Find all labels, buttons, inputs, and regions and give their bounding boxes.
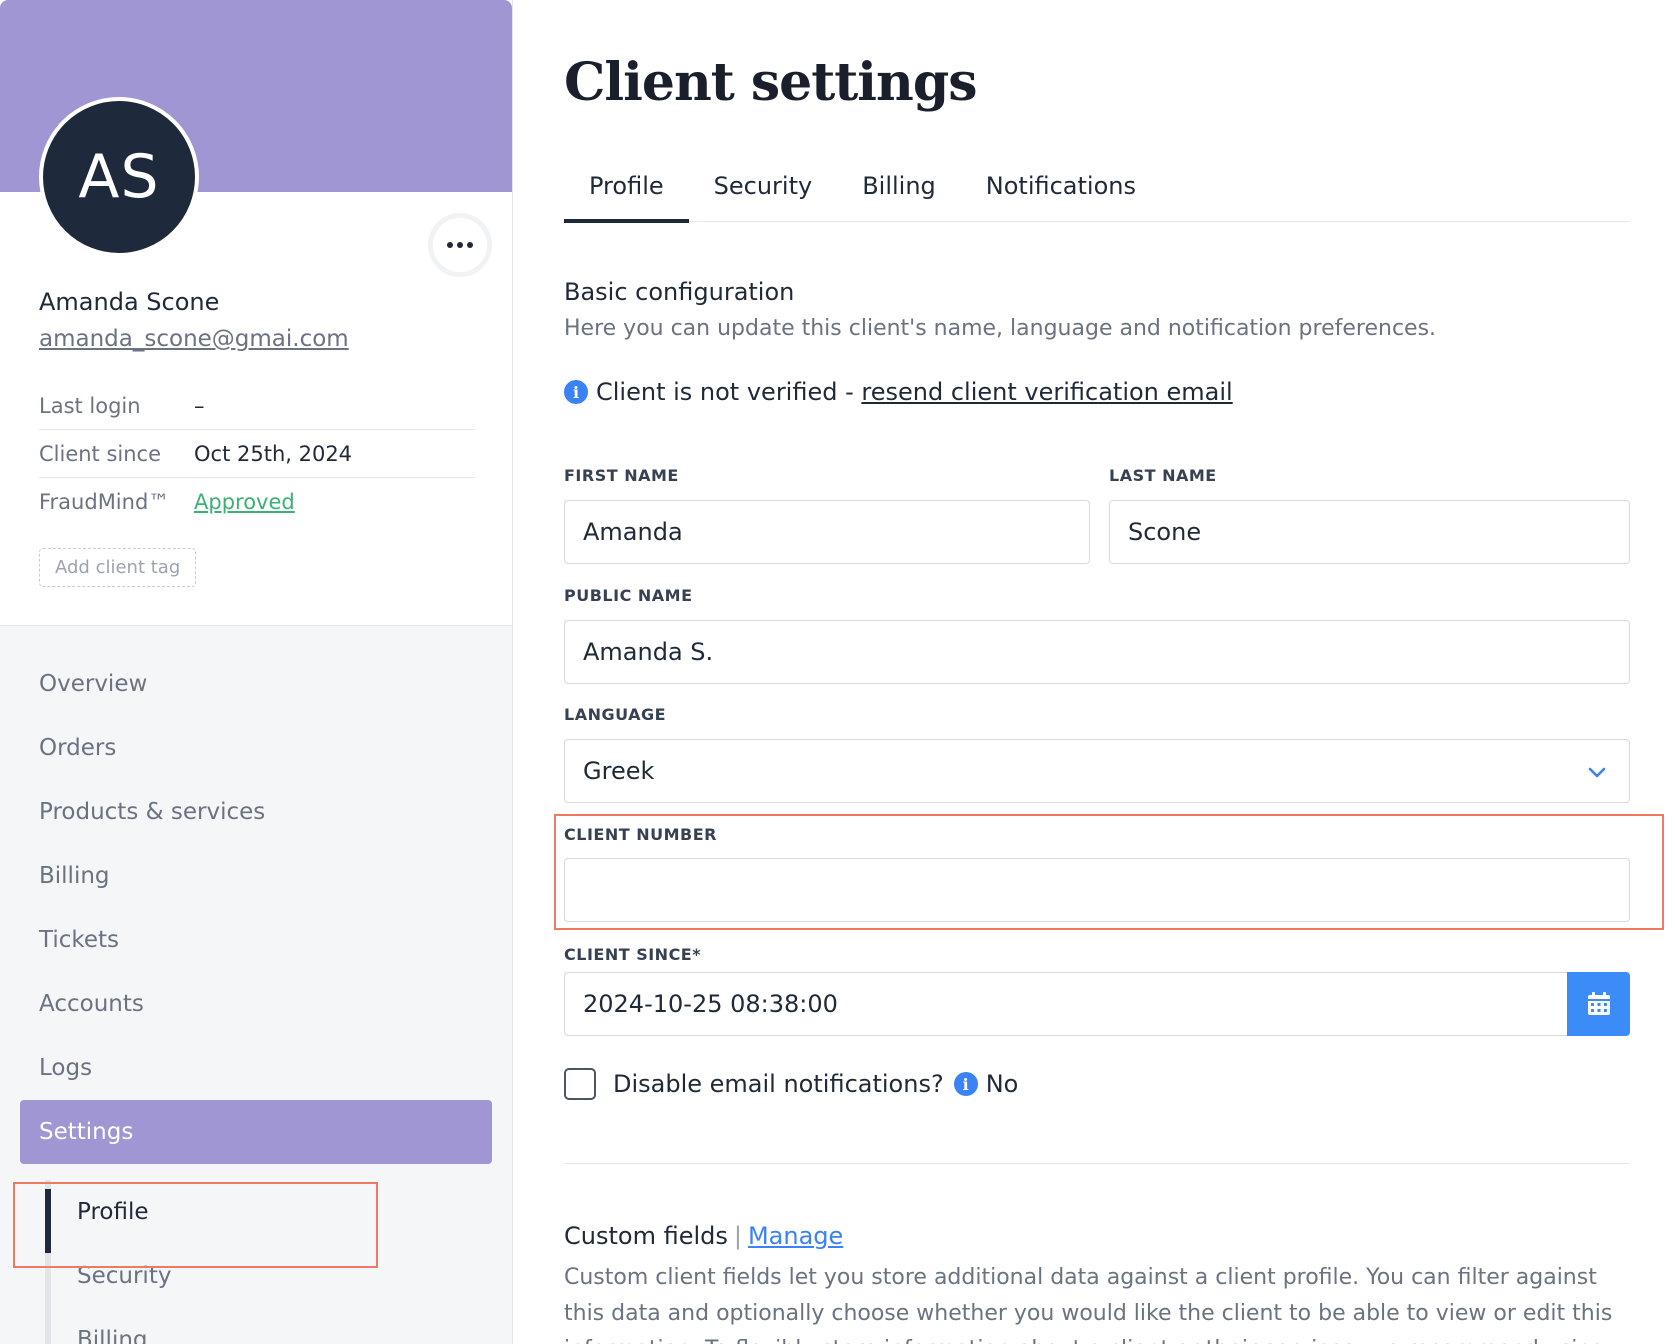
tab-notifications[interactable]: Notifications [961,150,1161,222]
first-name-field[interactable]: Amanda [564,500,1090,564]
verification-notice: i Client is not verified - resend client… [564,378,1233,406]
public-name-field[interactable]: Amanda S. [564,620,1630,684]
subnav-item-security[interactable]: Security [0,1244,512,1308]
tab-billing[interactable]: Billing [837,150,961,222]
page-title: Client settings [564,52,978,113]
client-number-field[interactable] [564,858,1630,922]
last-login-value: – [194,393,205,418]
sidebar-item-accounts[interactable]: Accounts [0,972,512,1036]
avatar: AS [39,97,199,257]
client-profile-card: AS Amanda Scone amanda_scone@gmai.com La… [0,0,512,626]
meta-row-client-since: Client since Oct 25th, 2024 [39,430,476,478]
section-description: Here you can update this client's name, … [564,316,1437,341]
manage-custom-fields-link[interactable]: Manage [748,1222,843,1250]
custom-fields-description: Custom client fields let you store addit… [564,1265,1613,1344]
disable-email-value: No [985,1070,1019,1098]
disable-email-label: Disable email notifications? [613,1070,944,1098]
meta-row-last-login: Last login – [39,382,476,430]
info-icon: i [564,380,588,404]
language-label: LANGUAGE [564,705,667,724]
separator: | [733,1222,742,1250]
first-name-label: FIRST NAME [564,466,679,485]
custom-fields-heading: Custom fields | Manage [564,1222,843,1250]
disable-email-row: Disable email notifications? i No [564,1068,1018,1100]
client-meta: Last login – Client since Oct 25th, 2024… [39,382,476,526]
fraudmind-label: FraudMind™ [39,490,170,514]
calendar-button[interactable] [1567,972,1630,1036]
language-select[interactable]: Greek [564,739,1630,803]
language-selected-value: Greek [583,757,655,785]
verification-status-text: Client is not verified - [596,378,862,406]
calendar-icon [1587,992,1610,1015]
sidebar-item-orders[interactable]: Orders [0,716,512,780]
client-since-field-label: CLIENT SINCE* [564,945,702,964]
more-options-button[interactable] [428,213,492,277]
custom-fields-title: Custom fields [564,1222,728,1250]
last-name-field[interactable]: Scone [1109,500,1630,564]
fraudmind-status-link[interactable]: Approved [194,490,295,514]
sidebar-nav: Overview Orders Products & services Bill… [0,652,512,1164]
client-since-label: Client since [39,441,162,466]
client-since-field[interactable]: 2024-10-25 08:38:00 [564,972,1568,1036]
section-divider [564,1163,1630,1164]
last-login-label: Last login [39,393,141,418]
more-horizontal-icon [447,242,453,248]
sidebar-item-billing[interactable]: Billing [0,844,512,908]
info-icon[interactable]: i [953,1072,978,1096]
sidebar-item-products-services[interactable]: Products & services [0,780,512,844]
settings-subnav: Profile Security Billing [0,1180,512,1344]
meta-row-fraudmind: FraudMind™ Approved [39,478,476,526]
sidebar-item-logs[interactable]: Logs [0,1036,512,1100]
resend-verification-link[interactable]: resend client verification email [861,378,1232,406]
subnav-item-profile[interactable]: Profile [0,1180,512,1253]
client-since-value: Oct 25th, 2024 [194,441,353,466]
settings-tabs: Profile Security Billing Notifications [564,150,1630,223]
more-horizontal-icon [467,242,473,248]
more-horizontal-icon [457,242,463,248]
section-title: Basic configuration [564,278,795,306]
public-name-label: PUBLIC NAME [564,586,693,605]
sidebar-item-tickets[interactable]: Tickets [0,908,512,972]
sidebar-item-settings[interactable]: Settings [20,1100,492,1164]
sidebar-item-overview[interactable]: Overview [0,652,512,716]
tab-profile[interactable]: Profile [564,150,689,223]
disable-email-checkbox[interactable] [564,1068,596,1100]
add-client-tag-button[interactable]: Add client tag [39,548,197,587]
verification-text: Client is not verified - [596,378,861,406]
chevron-down-icon [1588,767,1606,778]
client-name: Amanda Scone [39,288,220,316]
last-name-label: LAST NAME [1109,466,1217,485]
client-number-label: CLIENT NUMBER [564,825,717,844]
client-email-link[interactable]: amanda_scone@gmai.com [39,326,349,352]
tab-security[interactable]: Security [689,150,838,222]
client-sidebar: AS Amanda Scone amanda_scone@gmai.com La… [0,0,513,1344]
subnav-item-billing[interactable]: Billing [0,1308,512,1344]
